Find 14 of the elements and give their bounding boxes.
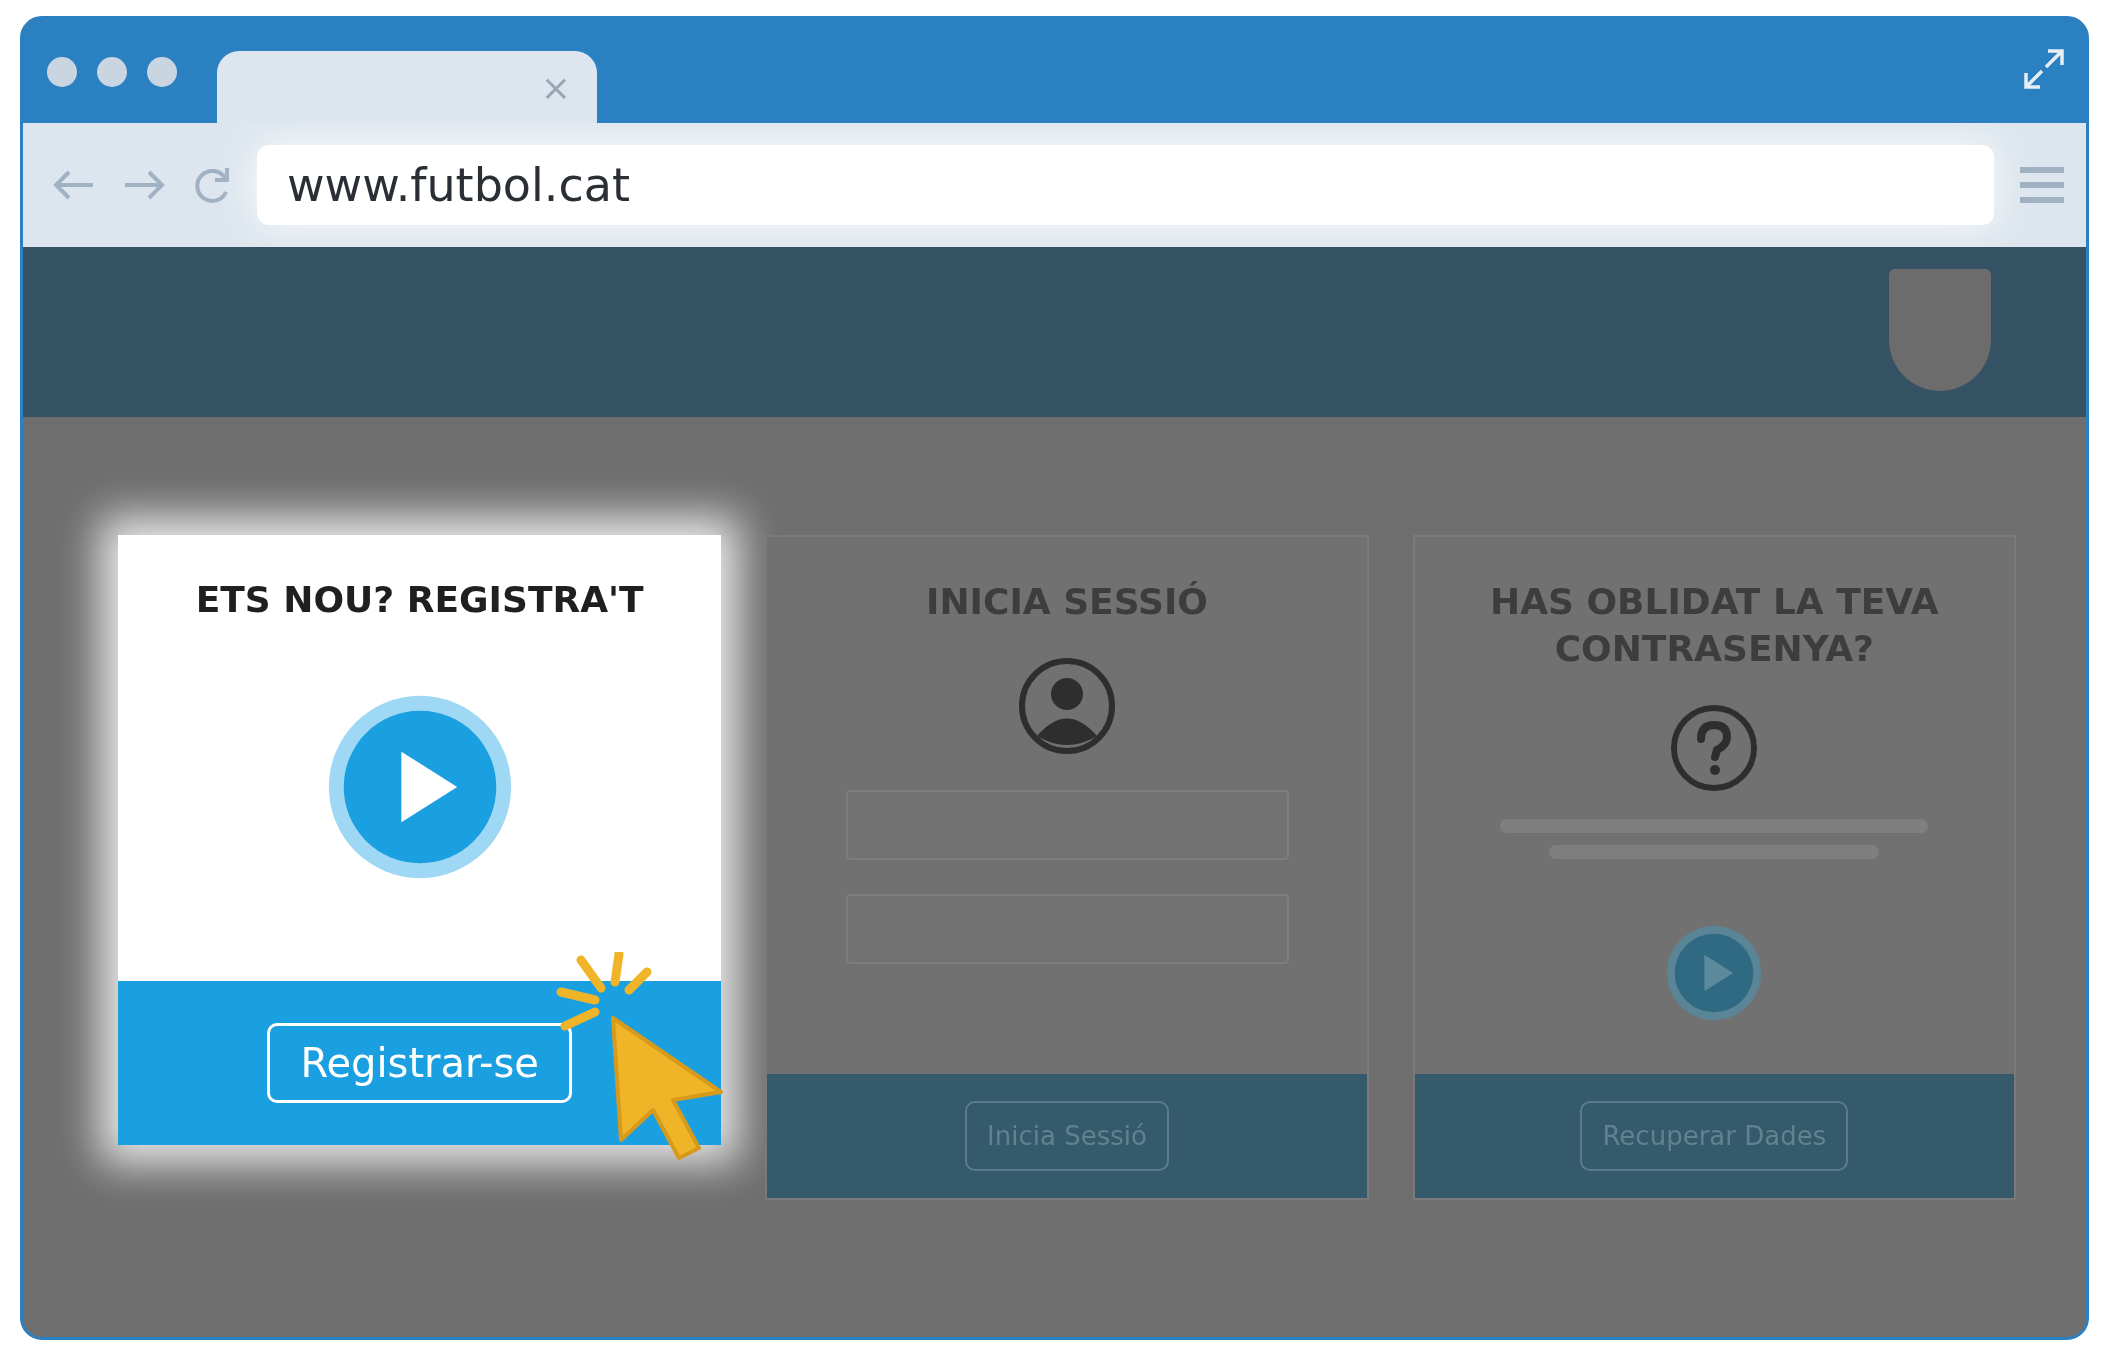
question-icon (1669, 702, 1760, 793)
browser-tab[interactable]: × (217, 51, 597, 123)
play-icon[interactable] (1666, 924, 1763, 1021)
action-button[interactable]: Registrar-se (267, 1023, 572, 1103)
expand-icon[interactable] (2022, 47, 2066, 91)
card-title: ETS NOU? REGISTRA'T (194, 578, 645, 622)
address-bar[interactable]: www.futbol.cat (257, 145, 1994, 225)
window-dot[interactable] (147, 57, 177, 87)
window-dot[interactable] (97, 57, 127, 87)
menu-icon[interactable] (2018, 164, 2066, 206)
user-icon (1017, 655, 1117, 756)
window-dot[interactable] (47, 57, 77, 87)
tab-close-button[interactable]: × (540, 66, 571, 108)
play-icon[interactable] (326, 693, 513, 880)
